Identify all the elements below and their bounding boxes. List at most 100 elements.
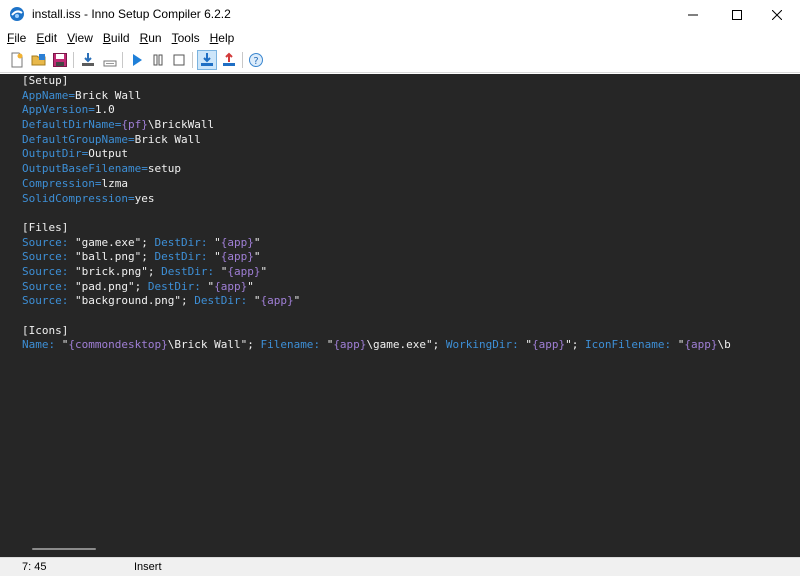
code-token: Brick Wall [134, 132, 201, 146]
code-token: = [127, 191, 135, 205]
stop-button[interactable] [169, 50, 189, 70]
horizontal-scrollbar[interactable] [0, 540, 800, 557]
cursor-position: 7: 45 [22, 561, 47, 573]
code-token: DestDir [161, 264, 208, 278]
code-line: AppName=Brick Wall [22, 89, 731, 104]
menu-tools[interactable]: Tools [167, 29, 205, 47]
code-token: : [61, 279, 75, 293]
code-token: {app} [333, 338, 367, 352]
window-title: install.iss - Inno Setup Compiler 6.2.2 [32, 7, 231, 21]
code-token: WorkingDir [445, 338, 513, 352]
menu-build[interactable]: Build [98, 29, 135, 47]
code-token: DestDir [154, 250, 201, 264]
code-token: DestDir [154, 235, 201, 249]
code-token: \BrickWall [147, 118, 215, 132]
help-button[interactable]: ? [246, 50, 266, 70]
code-token: {app} [214, 279, 248, 293]
code-line: Source: "background.png"; DestDir: "{app… [22, 294, 731, 309]
code-token: : [200, 250, 215, 264]
title-bar: install.iss - Inno Setup Compiler 6.2.2 [0, 0, 800, 29]
menu-help[interactable]: Help [205, 29, 240, 47]
minimize-button[interactable] [670, 0, 716, 29]
code-token: {app} [227, 264, 261, 278]
code-token: Source [22, 250, 62, 264]
code-token: OutputDir [22, 147, 82, 161]
code-token: "pad.png" [75, 279, 135, 293]
minimize-icon [688, 14, 698, 15]
save-icon [53, 53, 67, 67]
code-line: SolidCompression=yes [22, 192, 731, 207]
code-token: : [200, 235, 215, 249]
code-line: ​ [22, 309, 731, 324]
code-token: : [61, 235, 75, 249]
code-token: ; [141, 250, 155, 264]
code-token: ; [247, 338, 261, 352]
code-token: : [61, 294, 75, 308]
code-token: "brick.png" [75, 264, 148, 278]
toolbar-separator [242, 52, 243, 68]
compile-button[interactable] [78, 50, 98, 70]
new-file-button[interactable] [7, 50, 27, 70]
code-line: Name: " {commondesktop}\Brick Wall"; File… [22, 338, 731, 353]
code-token: ; [180, 294, 195, 308]
code-token: Output [88, 147, 128, 161]
run-button[interactable] [127, 50, 147, 70]
new-file-icon [11, 52, 23, 68]
target-uninstall-icon [223, 52, 235, 66]
code-token: {app} [532, 338, 566, 352]
scrollbar-thumb[interactable] [32, 548, 96, 550]
code-line: Compression=lzma [22, 177, 731, 192]
stop-compile-icon [103, 60, 117, 67]
code-token: Source [22, 294, 62, 308]
maximize-icon [732, 9, 742, 20]
code-token: ; [432, 338, 446, 352]
menu-file[interactable]: File [2, 29, 31, 47]
code-text[interactable]: [Setup] AppName=Brick Wall AppVersion=1.0 D… [22, 74, 731, 353]
editor-gutter [0, 74, 16, 540]
target-install-button[interactable] [197, 50, 217, 70]
pause-icon [153, 54, 163, 66]
compile-icon [82, 53, 94, 66]
code-token: : [48, 338, 62, 352]
close-button[interactable] [754, 0, 800, 29]
code-line: AppVersion=1.0 [22, 103, 731, 118]
code-token: Source [22, 264, 62, 278]
toolbar-separator [122, 52, 123, 68]
open-file-button[interactable] [29, 50, 49, 70]
stop-compile-button[interactable] [100, 50, 120, 70]
menu-run[interactable]: Run [135, 29, 167, 47]
code-token: [Files] [22, 220, 69, 234]
code-token: AppName [22, 88, 69, 102]
code-editor[interactable]: [Setup] AppName=Brick Wall AppVersion=1.0 D… [0, 74, 800, 540]
code-token: = [88, 103, 95, 117]
menu-view[interactable]: View [62, 29, 98, 47]
code-token: ; [147, 264, 162, 278]
menu-edit[interactable]: Edit [31, 29, 62, 47]
help-icon: ? [249, 53, 263, 67]
code-token: = [141, 162, 148, 176]
code-token: Name [22, 338, 49, 352]
svg-text:?: ? [253, 56, 258, 67]
code-token: Source [22, 279, 62, 293]
inno-setup-app-icon[interactable] [9, 6, 25, 22]
code-token: [Icons] [22, 323, 69, 337]
code-token: : [664, 338, 678, 352]
target-uninstall-button[interactable] [219, 50, 239, 70]
code-token: {app} [220, 235, 254, 249]
close-icon [772, 9, 782, 20]
code-token: DefaultDirName [22, 118, 115, 132]
code-line: [Setup] [22, 74, 731, 89]
toolbar-separator [192, 52, 193, 68]
code-line: ​ [22, 206, 731, 221]
code-token: " [214, 235, 221, 249]
code-token: " [565, 338, 572, 352]
code-line: [Icons] [22, 324, 731, 339]
code-token: = [68, 88, 75, 102]
code-token: "background.png" [75, 294, 181, 308]
code-token: lzma [101, 176, 128, 190]
pause-button[interactable] [148, 50, 168, 70]
code-token: : [313, 338, 327, 352]
code-token: " [214, 250, 221, 264]
save-button[interactable] [50, 50, 70, 70]
code-token: "ball.png" [75, 250, 142, 264]
